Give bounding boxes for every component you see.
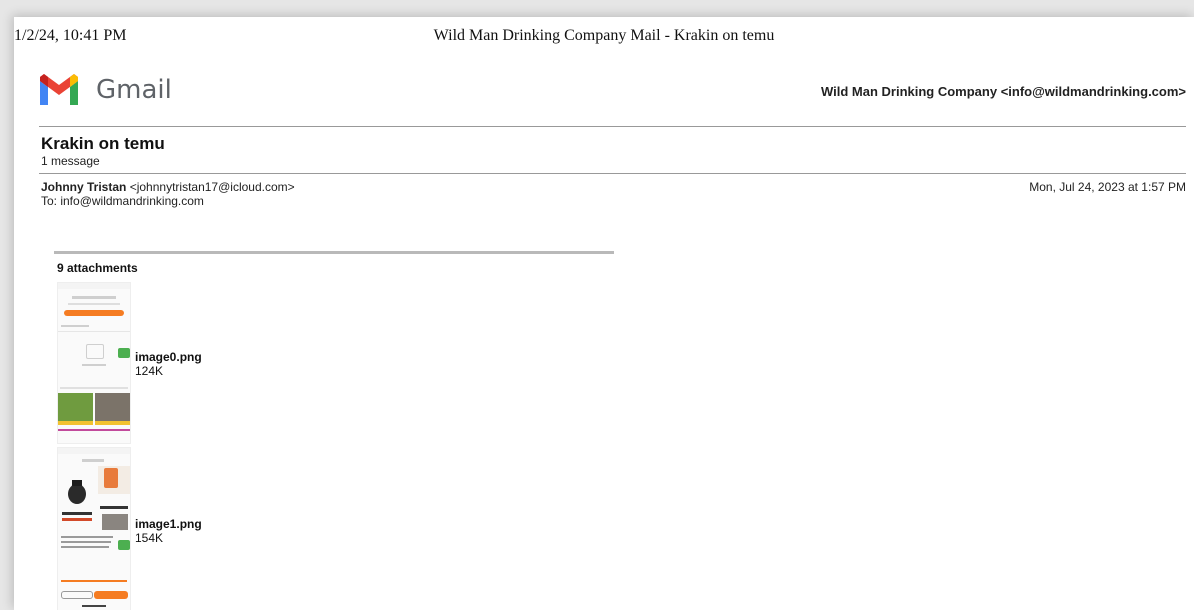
thread-subject: Krakin on temu bbox=[41, 134, 165, 153]
subject-divider bbox=[39, 173, 1186, 174]
gmail-wordmark: Gmail bbox=[96, 75, 172, 105]
thumb-follow-button bbox=[64, 310, 124, 316]
thumb-desc-line-1 bbox=[61, 536, 113, 538]
message-count: 1 message bbox=[41, 154, 100, 168]
thumb-product-tag-1 bbox=[58, 421, 93, 425]
thumb-chat-icon bbox=[118, 348, 130, 358]
attachments-title: 9 attachments bbox=[57, 261, 138, 275]
thumb-caption-line bbox=[100, 506, 128, 509]
thumb-product-image bbox=[104, 468, 118, 488]
sender-email: <johnnytristan17@icloud.com> bbox=[129, 180, 295, 194]
thumb-desc-line-3 bbox=[61, 546, 109, 548]
thumb-recommend-line bbox=[60, 387, 128, 389]
printed-email-page: 1/2/24, 10:41 PM Wild Man Drinking Compa… bbox=[14, 17, 1194, 610]
thumb-primary-button bbox=[94, 591, 128, 599]
thumb-product-tag-2 bbox=[95, 421, 130, 425]
thumb-price-line bbox=[58, 429, 130, 431]
thumb-header-line bbox=[82, 459, 104, 462]
thumb-figure-image bbox=[68, 484, 86, 504]
attachment-name[interactable]: image1.png bbox=[135, 517, 202, 531]
thumb-home-indicator bbox=[82, 605, 106, 607]
recipient-line: To: info@wildmandrinking.com bbox=[41, 194, 204, 208]
sender-line: Johnny Tristan <johnnytristan17@icloud.c… bbox=[41, 180, 295, 194]
thumb-promo-line bbox=[61, 580, 127, 582]
thumb-stats-line bbox=[68, 303, 120, 305]
attachments-divider bbox=[54, 251, 614, 254]
thumb-hat-image bbox=[72, 480, 82, 486]
thumb-headline-line bbox=[62, 512, 92, 515]
attachment-size: 124K bbox=[135, 364, 164, 378]
account-label: Wild Man Drinking Company <info@wildmand… bbox=[820, 84, 1186, 99]
attachment-thumbnail-image0[interactable] bbox=[57, 282, 131, 444]
thumb-status-bar bbox=[58, 283, 130, 289]
attachment-name[interactable]: image0.png bbox=[135, 350, 202, 364]
thumb-empty-bag-icon bbox=[86, 344, 104, 359]
sender-name: Johnny Tristan bbox=[41, 180, 127, 194]
print-title: Wild Man Drinking Company Mail - Krakin … bbox=[433, 27, 775, 44]
thumb-header-line bbox=[72, 296, 116, 299]
thumb-tab-line bbox=[61, 325, 89, 327]
attachment-thumbnail-image1[interactable] bbox=[57, 447, 131, 610]
print-header: 1/2/24, 10:41 PM Wild Man Drinking Compa… bbox=[14, 17, 1194, 57]
thumb-secondary-button bbox=[61, 591, 93, 599]
thumb-separator bbox=[58, 331, 130, 332]
message-date: Mon, Jul 24, 2023 at 1:57 PM bbox=[1029, 180, 1186, 194]
header-divider bbox=[39, 126, 1186, 127]
thumb-chat-icon bbox=[118, 540, 130, 550]
thumb-headline-accent bbox=[62, 518, 92, 521]
thumb-detail-image bbox=[102, 514, 128, 530]
attachment-size: 154K bbox=[135, 531, 164, 545]
thumb-empty-text bbox=[82, 364, 106, 366]
gmail-logo-icon bbox=[40, 74, 78, 105]
thumb-desc-line-2 bbox=[61, 541, 111, 543]
thumb-status-bar bbox=[58, 448, 130, 454]
